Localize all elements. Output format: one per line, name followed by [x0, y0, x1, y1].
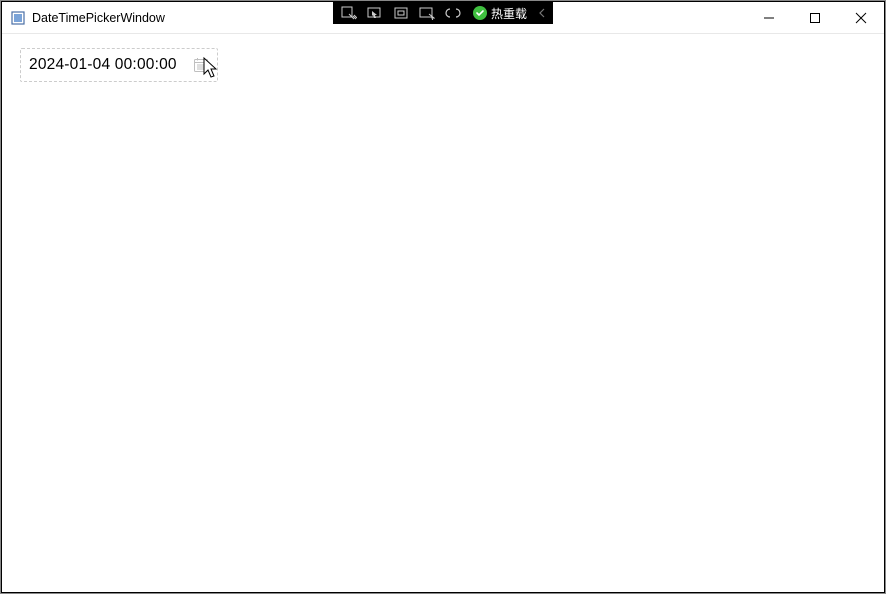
track-focus-icon[interactable]: [415, 2, 439, 24]
titlebar: DateTimePickerWindow: [2, 2, 884, 34]
app-icon: [10, 10, 26, 26]
titlebar-left: DateTimePickerWindow: [2, 10, 165, 26]
window-title: DateTimePickerWindow: [32, 11, 165, 25]
window-controls: [746, 2, 884, 33]
datetime-value[interactable]: 2024-01-04 00:00:00: [29, 56, 177, 74]
client-area: 2024-01-04 00:00:00: [2, 34, 884, 592]
maximize-button[interactable]: [792, 2, 838, 33]
display-layout-icon[interactable]: [389, 2, 413, 24]
close-button[interactable]: [838, 2, 884, 33]
hot-reload-label: 热重载: [491, 5, 527, 22]
minimize-button[interactable]: [746, 2, 792, 33]
window-frame: DateTimePickerWindow: [1, 1, 885, 593]
select-element-icon[interactable]: [363, 2, 387, 24]
hot-reload-button[interactable]: 热重载: [467, 2, 533, 24]
chevron-left-icon[interactable]: [535, 8, 549, 18]
calendar-icon[interactable]: [191, 55, 211, 75]
live-visual-tree-icon[interactable]: [337, 2, 361, 24]
debug-toolbar: 热重载: [333, 2, 553, 24]
check-circle-icon: [473, 6, 487, 20]
xaml-binding-icon[interactable]: [441, 2, 465, 24]
datetime-picker[interactable]: 2024-01-04 00:00:00: [20, 48, 218, 82]
